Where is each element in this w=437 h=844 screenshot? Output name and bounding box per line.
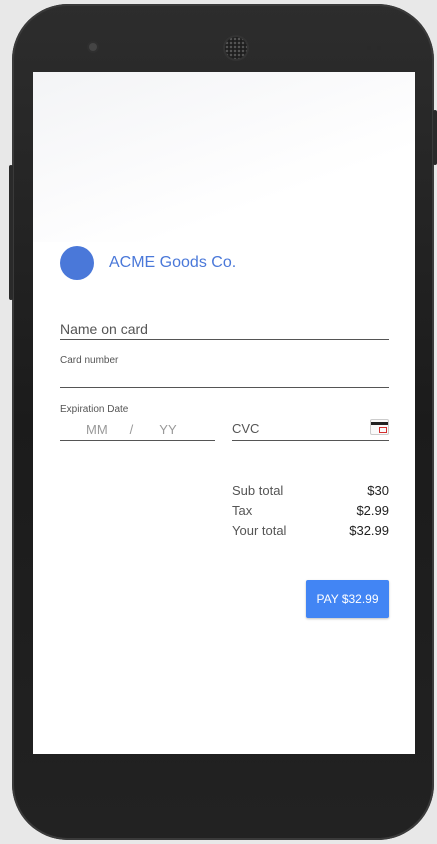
total-label: Your total bbox=[232, 523, 287, 538]
total-value: $32.99 bbox=[349, 523, 389, 538]
light-sensor bbox=[377, 46, 381, 50]
merchant-name: ACME Goods Co. bbox=[109, 254, 237, 271]
expiration-date-label: Expiration Date bbox=[60, 404, 129, 415]
volume-button bbox=[9, 165, 13, 300]
subtotal-value: $30 bbox=[367, 483, 389, 498]
screen: ACME Goods Co. Name on card Card number … bbox=[33, 72, 415, 754]
pay-button[interactable]: PAY $32.99 bbox=[306, 580, 389, 618]
card-cvc-icon bbox=[370, 419, 389, 435]
proximity-sensor bbox=[367, 46, 371, 50]
front-camera bbox=[89, 43, 97, 51]
cvc-field[interactable]: CVC bbox=[232, 419, 389, 441]
name-on-card-field[interactable]: Name on card bbox=[60, 321, 389, 340]
subtotal-row: Sub total $30 bbox=[232, 482, 389, 502]
power-button bbox=[433, 110, 437, 165]
card-number-label: Card number bbox=[60, 355, 119, 366]
merchant-logo bbox=[60, 246, 94, 280]
subtotal-label: Sub total bbox=[232, 483, 284, 498]
name-on-card-placeholder: Name on card bbox=[60, 321, 148, 337]
merchant-header: ACME Goods Co. bbox=[60, 246, 236, 280]
year-input[interactable]: YY bbox=[159, 422, 176, 437]
cvc-placeholder: CVC bbox=[232, 421, 260, 436]
tax-row: Tax $2.99 bbox=[232, 502, 389, 522]
earpiece-speaker bbox=[225, 37, 247, 59]
tax-label: Tax bbox=[232, 503, 253, 518]
expiration-date-field[interactable]: MM / YY bbox=[60, 419, 215, 441]
card-number-field[interactable] bbox=[60, 369, 389, 388]
order-totals: Sub total $30 Tax $2.99 Your total $32.9… bbox=[232, 482, 389, 542]
tax-value: $2.99 bbox=[356, 503, 389, 518]
total-row: Your total $32.99 bbox=[232, 522, 389, 542]
month-input[interactable]: MM bbox=[86, 422, 108, 437]
date-separator: / bbox=[129, 422, 134, 437]
